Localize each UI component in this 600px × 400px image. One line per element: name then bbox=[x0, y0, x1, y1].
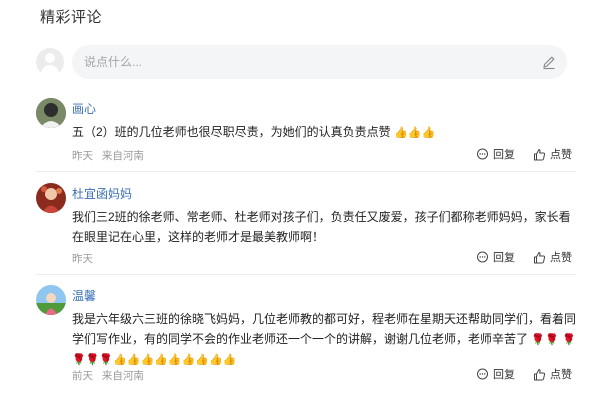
thumbs-up-icon bbox=[534, 368, 546, 380]
comment-item: 杜宜函妈妈 我们三2班的徐老师、常老师、杜老师对孩子们，负责任又废爱，孩子们都称… bbox=[36, 183, 576, 267]
comment-bubble-icon bbox=[477, 368, 488, 379]
thumbs-up-emoji: 👍 bbox=[195, 354, 210, 366]
comment-actions: 回复 点赞 bbox=[458, 366, 572, 382]
rose-emoji: 🌹 bbox=[531, 334, 546, 346]
like-label: 点赞 bbox=[550, 369, 572, 381]
like-label: 点赞 bbox=[550, 149, 572, 161]
comment-time: 昨天 bbox=[72, 150, 93, 162]
comment-actions: 回复 点赞 bbox=[458, 146, 572, 162]
comment-meta: 昨天 来自河南 bbox=[72, 148, 150, 163]
thumbs-up-emoji: 👍 bbox=[209, 354, 223, 366]
comment-time: 昨天 bbox=[72, 253, 93, 265]
current-user-avatar bbox=[36, 48, 64, 76]
comment-bubble-icon bbox=[477, 148, 488, 159]
rose-emoji: 🌹 bbox=[562, 334, 576, 346]
thumbs-up-emoji: 👍 bbox=[113, 354, 127, 366]
rose-emoji: 🌹 bbox=[99, 354, 114, 366]
comment-author[interactable]: 温馨 bbox=[72, 287, 96, 304]
reply-label: 回复 bbox=[493, 149, 515, 161]
avatar[interactable] bbox=[36, 98, 66, 128]
comment-text: 我们三2班的徐老师、常老师、杜老师对孩子们，负责任又废爱，孩子们都称老师妈妈，家… bbox=[72, 207, 576, 247]
comment-compose bbox=[36, 45, 567, 79]
comment-bubble-icon bbox=[477, 251, 488, 262]
thumbs-up-emoji: 👍 bbox=[181, 354, 196, 366]
comment-actions: 回复 点赞 bbox=[458, 249, 572, 265]
like-button[interactable]: 点赞 bbox=[533, 366, 572, 382]
comment-meta: 昨天 bbox=[72, 251, 99, 266]
thumbs-up-emoji: 👍 bbox=[394, 127, 408, 139]
thumbs-up-emoji: 👍 bbox=[126, 354, 141, 366]
comment-body: 我们三2班的徐老师、常老师、杜老师对孩子们，负责任又废爱，孩子们都称老师妈妈，家… bbox=[72, 210, 571, 244]
thumbs-up-emoji: 👍 bbox=[421, 127, 436, 139]
thumbs-up-emoji: 👍 bbox=[222, 354, 237, 366]
comment-input[interactable] bbox=[72, 45, 567, 79]
comment-author[interactable]: 画心 bbox=[72, 100, 96, 117]
comment-location: 来自河南 bbox=[101, 150, 144, 162]
comment-time: 前天 bbox=[72, 370, 93, 382]
comment-author[interactable]: 杜宜函妈妈 bbox=[72, 185, 132, 202]
comment-item: 画心 五（2）班的几位老师也很尽职尽责，为她们的认真负责点赞 👍👍👍 昨天 来自… bbox=[36, 98, 576, 162]
comment-text: 五（2）班的几位老师也很尽职尽责，为她们的认真负责点赞 👍👍👍 bbox=[72, 122, 576, 142]
divider bbox=[36, 274, 576, 275]
reply-button[interactable]: 回复 bbox=[476, 249, 515, 265]
rose-emoji: 🌹 bbox=[545, 334, 559, 346]
comment-location: 来自河南 bbox=[101, 370, 144, 382]
reply-button[interactable]: 回复 bbox=[476, 146, 515, 162]
thumbs-up-emoji: 👍 bbox=[154, 354, 168, 366]
section-title: 精彩评论 bbox=[40, 9, 103, 26]
thumbs-up-emoji: 👍 bbox=[407, 127, 422, 139]
divider bbox=[36, 171, 576, 172]
comment-item: 温馨 我是六年级六三班的徐晓飞妈妈，几位老师教的都可好，程老师在星期天还帮助同学… bbox=[36, 285, 576, 390]
thumbs-up-emoji: 👍 bbox=[140, 354, 155, 366]
rose-emoji: 🌹 bbox=[72, 354, 86, 366]
avatar[interactable] bbox=[36, 183, 66, 213]
comment-body: 五（2）班的几位老师也很尽职尽责，为她们的认真负责点赞 bbox=[72, 125, 391, 139]
reply-button[interactable]: 回复 bbox=[476, 366, 515, 382]
avatar[interactable] bbox=[36, 285, 66, 315]
thumbs-up-emoji: 👍 bbox=[167, 354, 182, 366]
comments-page: 精彩评论 画心 五（2）班的几位老师也很尽职尽责，为她们的认真负责点赞 👍👍👍 … bbox=[0, 0, 600, 400]
comment-body: 我是六年级六三班的徐晓飞妈妈，几位老师教的都可好，程老师在星期天还帮助同学们，看… bbox=[72, 312, 577, 346]
comment-meta: 前天 来自河南 bbox=[72, 368, 150, 383]
comment-text: 我是六年级六三班的徐晓飞妈妈，几位老师教的都可好，程老师在星期天还帮助同学们，看… bbox=[72, 309, 576, 369]
reply-label: 回复 bbox=[493, 252, 515, 264]
like-label: 点赞 bbox=[550, 252, 572, 264]
thumbs-up-icon bbox=[534, 251, 546, 263]
like-button[interactable]: 点赞 bbox=[533, 146, 572, 162]
rose-emoji: 🌹 bbox=[85, 354, 100, 366]
reply-label: 回复 bbox=[493, 369, 515, 381]
pen-icon[interactable] bbox=[541, 54, 557, 70]
like-button[interactable]: 点赞 bbox=[533, 249, 572, 265]
thumbs-up-icon bbox=[534, 148, 546, 160]
